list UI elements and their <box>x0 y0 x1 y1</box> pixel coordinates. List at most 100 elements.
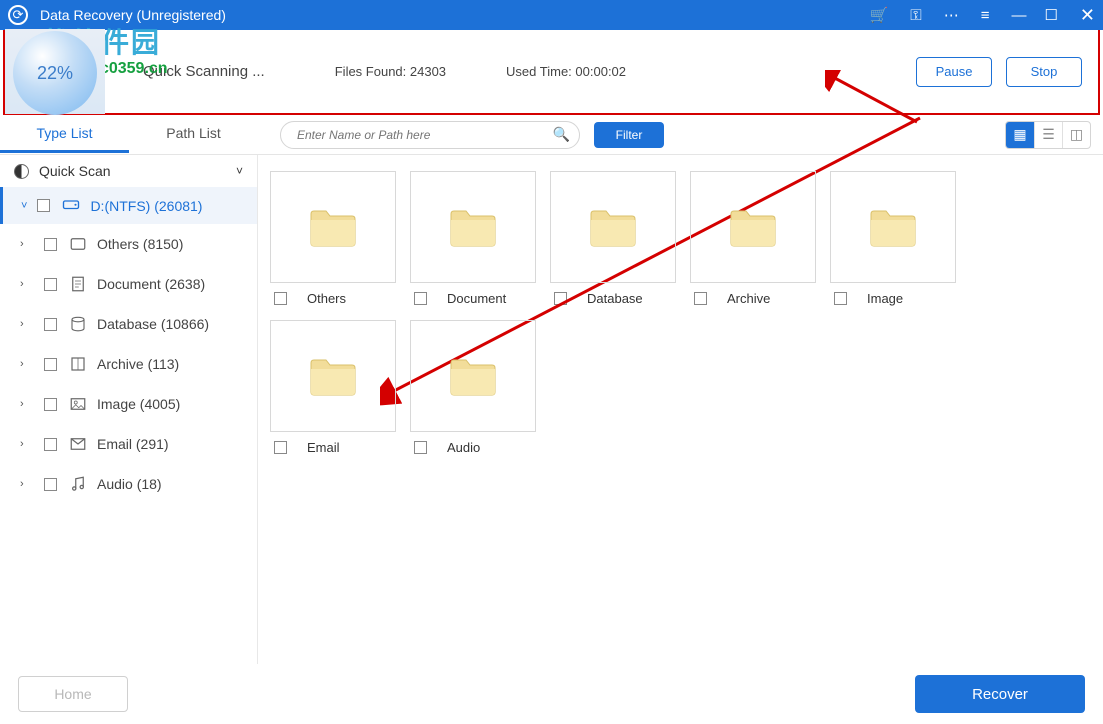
folder-checkbox[interactable] <box>834 292 847 305</box>
tree-item-checkbox[interactable] <box>44 438 57 451</box>
tree-item-label: Email (291) <box>97 436 169 452</box>
category-icon <box>69 435 87 453</box>
tree-item[interactable]: › Document (2638) <box>0 264 257 304</box>
chevron-down-icon[interactable]: ˅ <box>236 164 243 178</box>
folder-icon[interactable] <box>550 171 676 283</box>
tree-item[interactable]: › Email (291) <box>0 424 257 464</box>
titlebar: ⟳ Data Recovery (Unregistered) 🛒 ⚿ ⋯ ≡ —… <box>0 0 1103 30</box>
files-found: Files Found: 24303 <box>335 64 446 79</box>
drive-checkbox[interactable] <box>37 199 50 212</box>
folder-icon[interactable] <box>410 171 536 283</box>
tree-item-label: Image (4005) <box>97 396 180 412</box>
cart-icon[interactable]: 🛒 <box>870 6 889 24</box>
tree-item-checkbox[interactable] <box>44 398 57 411</box>
chevron-right-icon[interactable]: › <box>20 358 38 370</box>
tree-item-label: Document (2638) <box>97 276 205 292</box>
tree-item[interactable]: › Archive (113) <box>0 344 257 384</box>
sidebar-tabs: Type List Path List <box>0 116 258 153</box>
folder-label: Document <box>447 291 506 306</box>
tree-item-checkbox[interactable] <box>44 318 57 331</box>
grid-folder[interactable]: Database <box>550 171 676 306</box>
grid-folder[interactable]: Audio <box>410 320 536 455</box>
tree-item-label: Database (10866) <box>97 316 209 332</box>
folder-label: Email <box>307 440 340 455</box>
category-icon <box>69 395 87 413</box>
folder-icon[interactable] <box>410 320 536 432</box>
pause-button[interactable]: Pause <box>916 57 992 87</box>
tab-type-list[interactable]: Type List <box>0 116 129 153</box>
folder-checkbox[interactable] <box>414 292 427 305</box>
tree-item[interactable]: › Database (10866) <box>0 304 257 344</box>
tree-item-checkbox[interactable] <box>44 358 57 371</box>
view-list-icon[interactable]: ☰ <box>1034 122 1062 148</box>
tree-quick-scan[interactable]: Quick Scan ˅ <box>0 155 257 187</box>
tree-drive[interactable]: ˅ D:(NTFS) (26081) <box>0 187 257 224</box>
tree-item-checkbox[interactable] <box>44 278 57 291</box>
tree-item-label: Archive (113) <box>97 356 179 372</box>
drive-icon <box>62 195 80 216</box>
grid-folder[interactable]: Others <box>270 171 396 306</box>
toolbar: Type List Path List 🔍 Filter ▦ ☰ ◫ <box>0 115 1103 155</box>
view-grid-icon[interactable]: ▦ <box>1006 122 1034 148</box>
window-title: Data Recovery (Unregistered) <box>40 7 870 23</box>
category-icon <box>69 235 87 253</box>
sidebar: Quick Scan ˅ ˅ D:(NTFS) (26081) › Others … <box>0 155 258 680</box>
folder-checkbox[interactable] <box>274 292 287 305</box>
tree-item[interactable]: › Others (8150) <box>0 224 257 264</box>
drive-label: D:(NTFS) (26081) <box>90 198 202 214</box>
grid-folder[interactable]: Document <box>410 171 536 306</box>
chevron-right-icon[interactable]: › <box>20 278 38 290</box>
home-button[interactable]: Home <box>18 676 128 712</box>
close-button[interactable]: ✕ <box>1080 5 1095 26</box>
key-icon[interactable]: ⚿ <box>910 7 921 24</box>
folder-grid: Others Document Database Archive Image Email A… <box>270 171 1091 455</box>
search-icon[interactable]: 🔍 <box>553 126 570 143</box>
stop-button[interactable]: Stop <box>1006 57 1082 87</box>
chevron-right-icon[interactable]: › <box>20 478 38 490</box>
folder-label: Others <box>307 291 346 306</box>
maximize-button[interactable]: ☐ <box>1044 6 1057 24</box>
folder-icon[interactable] <box>270 171 396 283</box>
folder-icon[interactable] <box>830 171 956 283</box>
used-time: Used Time: 00:00:02 <box>506 64 626 79</box>
chevron-right-icon[interactable]: › <box>20 318 38 330</box>
progress-orb: 22% <box>5 29 105 114</box>
folder-checkbox[interactable] <box>414 441 427 454</box>
folder-checkbox[interactable] <box>554 292 567 305</box>
folder-checkbox[interactable] <box>694 292 707 305</box>
folder-label: Database <box>587 291 643 306</box>
search-box: 🔍 <box>280 121 580 149</box>
view-detail-icon[interactable]: ◫ <box>1062 122 1090 148</box>
grid-folder[interactable]: Archive <box>690 171 816 306</box>
minimize-button[interactable]: — <box>1011 7 1022 24</box>
folder-label: Image <box>867 291 903 306</box>
scan-status-bar: 迅载软件园 www.pc0359.cn 22% Quick Scanning .… <box>3 30 1100 115</box>
half-circle-icon <box>14 164 29 179</box>
search-input[interactable] <box>280 121 580 149</box>
view-switcher: ▦ ☰ ◫ <box>1005 121 1091 149</box>
tab-path-list[interactable]: Path List <box>129 116 258 153</box>
footer: Home Recover <box>0 664 1103 724</box>
folder-icon[interactable] <box>270 320 396 432</box>
menu-icon[interactable]: ≡ <box>981 7 990 24</box>
progress-percent: 22% <box>13 31 97 115</box>
tree-item-checkbox[interactable] <box>44 238 57 251</box>
filter-button[interactable]: Filter <box>594 122 664 148</box>
quick-scan-label: Quick Scan <box>39 163 111 179</box>
tree-item[interactable]: › Image (4005) <box>0 384 257 424</box>
category-icon <box>69 475 87 493</box>
category-icon <box>69 355 87 373</box>
recover-button[interactable]: Recover <box>915 675 1085 713</box>
folder-icon[interactable] <box>690 171 816 283</box>
chevron-right-icon[interactable]: › <box>20 238 38 250</box>
chevron-right-icon[interactable]: › <box>20 438 38 450</box>
chevron-right-icon[interactable]: › <box>20 398 38 410</box>
tree-item-label: Others (8150) <box>97 236 183 252</box>
tree-item-checkbox[interactable] <box>44 478 57 491</box>
grid-folder[interactable]: Email <box>270 320 396 455</box>
feedback-icon[interactable]: ⋯ <box>944 6 959 24</box>
grid-folder[interactable]: Image <box>830 171 956 306</box>
folder-checkbox[interactable] <box>274 441 287 454</box>
chevron-down-icon[interactable]: ˅ <box>21 200 27 212</box>
tree-item[interactable]: ›Audio (18) <box>0 464 257 504</box>
